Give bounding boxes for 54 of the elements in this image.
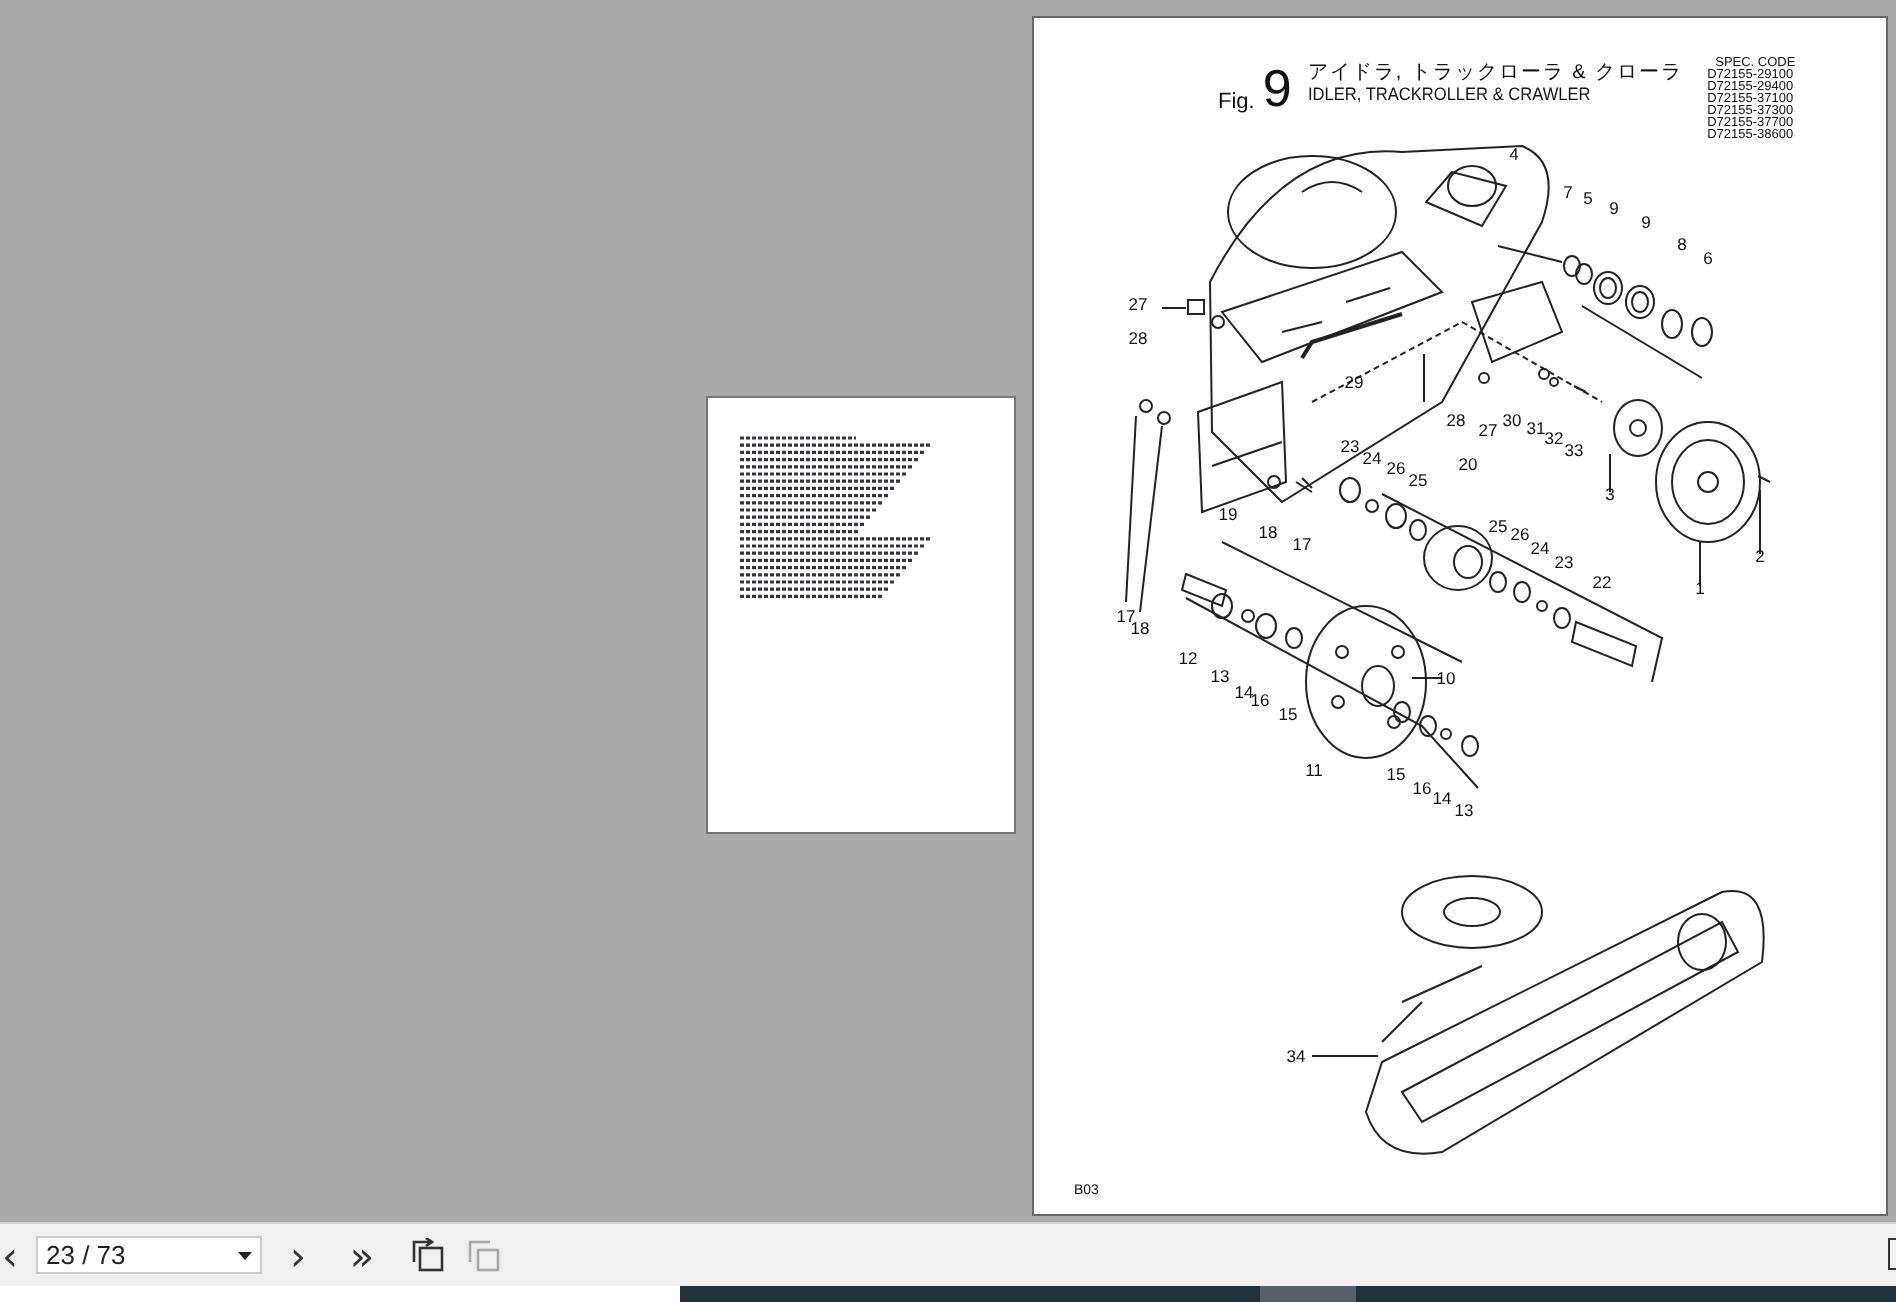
previous-page-button[interactable]: ‹ — [0, 1231, 20, 1279]
part-number: 29 — [1344, 372, 1364, 392]
part-number: 12 — [1178, 648, 1198, 668]
part-number: 18 — [1130, 618, 1150, 638]
part-number: 30 — [1502, 410, 1522, 430]
part-number: 18 — [1258, 522, 1278, 542]
part-number: 26 — [1510, 524, 1530, 544]
part-number: 33 — [1564, 440, 1584, 460]
figure-title: IDLER, TRACKROLLER & CRAWLER — [1307, 84, 1593, 106]
part-number: 9 — [1641, 212, 1651, 232]
next-page-button[interactable]: › — [278, 1231, 318, 1279]
part-number: 16 — [1412, 778, 1432, 798]
part-number: 15 — [1278, 704, 1298, 724]
part-number: 24 — [1362, 448, 1382, 468]
part-number: 7 — [1563, 182, 1573, 202]
part-number: 10 — [1436, 668, 1456, 688]
part-number: 31 — [1526, 418, 1546, 438]
part-number: 24 — [1530, 538, 1550, 558]
part-number: 9 — [1609, 198, 1619, 218]
part-number: 13 — [1454, 800, 1474, 820]
part-number: 2 — [1755, 546, 1765, 566]
part-number: 1 — [1695, 578, 1705, 598]
part-number: 25 — [1408, 470, 1428, 490]
part-number: 26 — [1386, 458, 1406, 478]
part-number: 25 — [1488, 516, 1508, 536]
figure-number: 9 — [1262, 62, 1292, 114]
part-number: 11 — [1305, 760, 1323, 780]
part-number: 5 — [1583, 188, 1593, 208]
part-number: 16 — [1250, 690, 1270, 710]
part-number: 23 — [1554, 552, 1574, 572]
part-number: 13 — [1210, 666, 1230, 686]
part-number: 14 — [1234, 682, 1254, 702]
part-number: 34 — [1286, 1046, 1306, 1066]
part-number: 4 — [1509, 144, 1519, 164]
part-number: 23 — [1340, 436, 1360, 456]
part-number: 22 — [1592, 572, 1612, 592]
part-number: 3 — [1605, 484, 1615, 504]
part-number: 8 — [1677, 234, 1687, 254]
figure-label: Fig. — [1218, 90, 1255, 114]
page-number-field[interactable]: 23 / 73 — [36, 1236, 262, 1274]
part-number: 6 — [1703, 248, 1713, 268]
part-number: 27 — [1478, 420, 1498, 440]
part-number: 17 — [1116, 606, 1136, 626]
part-number: 19 — [1218, 504, 1238, 524]
part-number: 20 — [1458, 454, 1478, 474]
part-number: 27 — [1128, 294, 1148, 314]
part-number: 14 — [1432, 788, 1452, 808]
part-number: 28 — [1446, 410, 1466, 430]
figure-title: アイドラ, トラックローラ & クローラ — [1307, 62, 1684, 84]
last-page-button[interactable]: » — [334, 1231, 390, 1279]
part-number: 32 — [1544, 428, 1564, 448]
part-number: 15 — [1386, 764, 1406, 784]
part-number: 17 — [1292, 534, 1312, 554]
part-number: 28 — [1128, 328, 1148, 348]
